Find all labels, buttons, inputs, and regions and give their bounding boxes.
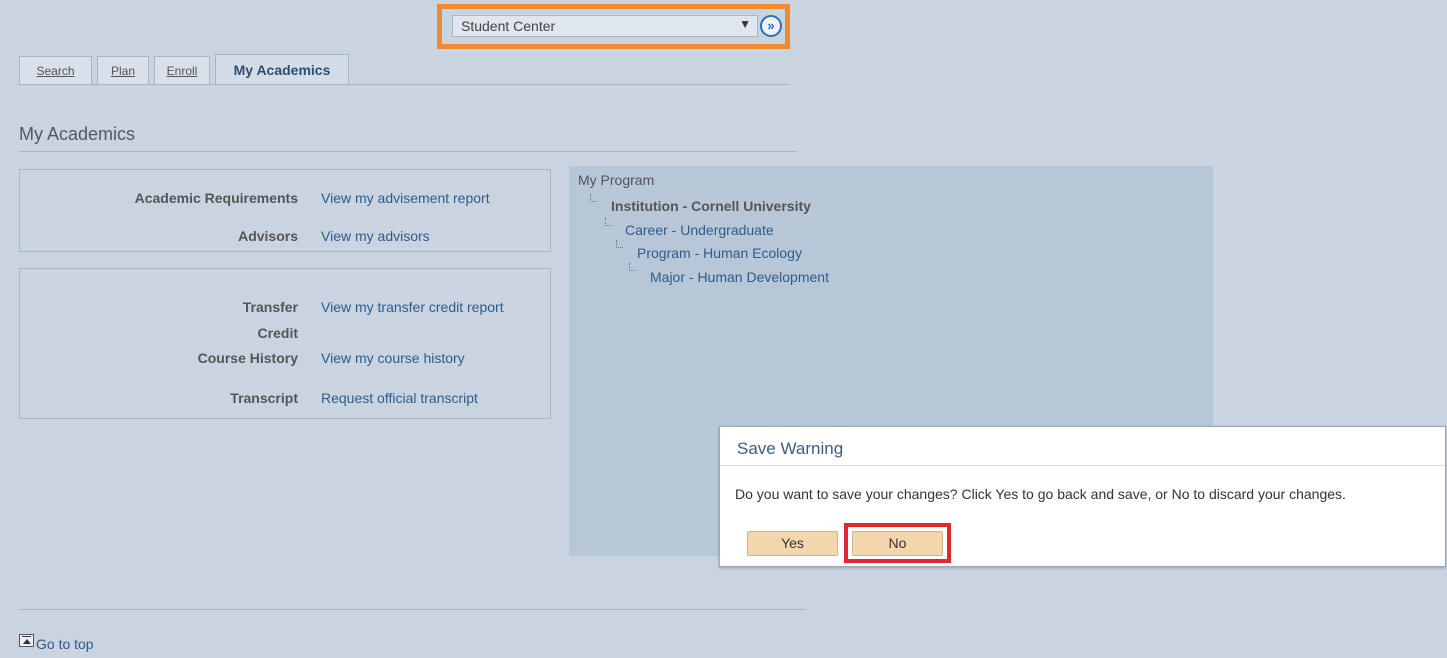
tree-connector [605,218,612,226]
program-heading: My Program [578,172,655,188]
footer-divider [19,609,806,610]
advisors-link[interactable]: View my advisors [321,228,430,244]
tree-connector [616,240,623,248]
advisement-report-link[interactable]: View my advisement report [321,190,490,206]
tab-plan[interactable]: Plan [97,56,149,84]
tab-underline [19,84,789,85]
academic-requirements-label: Academic Requirements [134,190,298,206]
advisors-label: Advisors [238,228,298,244]
requirements-box: Academic Requirements View my advisement… [19,169,551,252]
records-box: Transfer Credit View my transfer credit … [19,268,551,419]
dialog-title: Save Warning [737,439,844,458]
go-arrow-icon[interactable]: » [760,15,782,37]
nav-dropdown[interactable]: Student Center ▼ [452,15,758,37]
course-history-link[interactable]: View my course history [321,350,465,366]
tab-search[interactable]: Search [19,56,92,84]
page-title: My Academics [19,124,136,144]
tree-connector [629,263,636,271]
institution-node: Institution - Cornell University [611,198,811,214]
transcript-label: Transcript [230,390,298,406]
yes-button[interactable]: Yes [747,531,838,556]
title-divider [19,151,797,152]
career-node[interactable]: Career - Undergraduate [625,222,774,238]
tab-enroll[interactable]: Enroll [154,56,210,84]
tab-my-academics[interactable]: My Academics [215,54,349,85]
dialog-message: Do you want to save your changes? Click … [735,486,1346,502]
nav-dropdown-value: Student Center [461,18,556,34]
tree-connector [590,194,597,202]
dropdown-arrow-icon: ▼ [739,17,751,31]
transcript-link[interactable]: Request official transcript [321,390,478,406]
transfer-credit-label-line2: Credit [257,325,298,341]
transfer-credit-label-line1: Transfer [242,299,298,315]
no-button[interactable]: No [852,531,943,556]
program-node[interactable]: Program - Human Ecology [637,245,802,261]
course-history-label: Course History [197,350,298,366]
go-to-top-link[interactable]: Go to top [36,636,94,652]
go-to-top-icon[interactable] [19,634,34,647]
save-warning-dialog: Save Warning Do you want to save your ch… [719,426,1446,567]
major-node[interactable]: Major - Human Development [650,269,829,285]
transfer-credit-link[interactable]: View my transfer credit report [321,299,504,315]
